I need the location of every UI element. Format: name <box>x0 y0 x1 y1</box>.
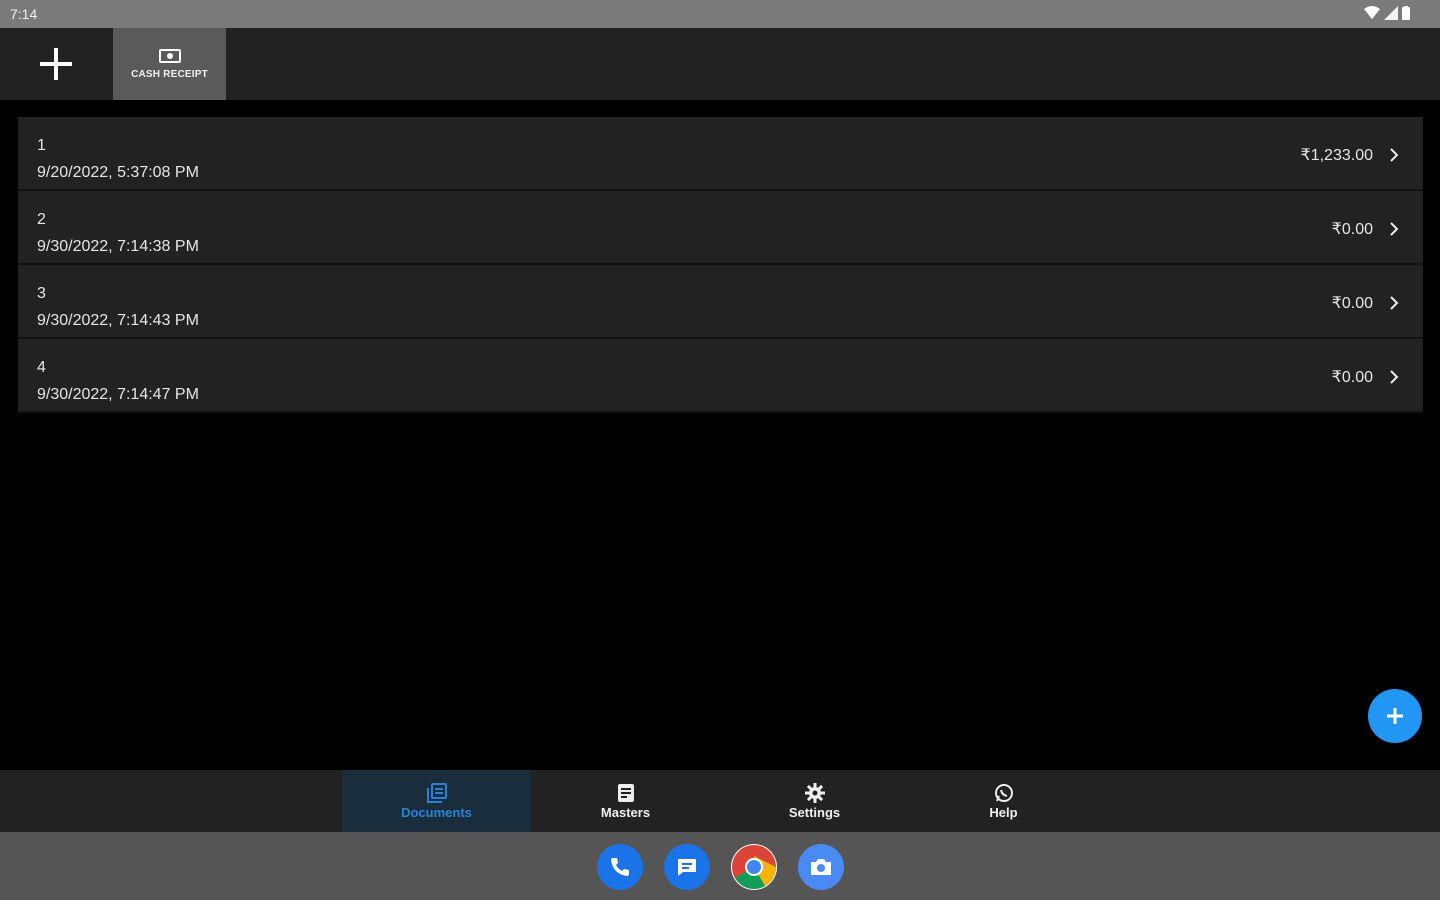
nav-masters-label: Masters <box>600 804 651 820</box>
nav-help[interactable]: Help <box>909 770 1098 832</box>
messages-icon <box>678 859 696 876</box>
document-amount: ₹0.00 <box>1331 221 1373 238</box>
masters-icon <box>617 783 634 802</box>
battery-icon <box>1402 6 1410 20</box>
chrome-icon <box>732 845 776 889</box>
chevron-right-icon <box>1390 222 1399 236</box>
plus-icon <box>40 48 72 80</box>
document-number: 4 <box>37 359 46 376</box>
add-fab-button[interactable] <box>1368 689 1422 743</box>
document-amount: ₹0.00 <box>1331 295 1373 312</box>
chevron-right-icon <box>1390 370 1399 384</box>
camera-icon <box>811 859 831 875</box>
phone-app-button[interactable] <box>597 844 643 890</box>
bottom-navigation: Documents Masters Settings Help <box>0 770 1440 832</box>
document-datetime: 9/30/2022, 7:14:38 PM <box>37 238 199 255</box>
system-icons <box>1364 6 1410 20</box>
top-toolbar: CASH RECEIPT <box>0 28 1440 100</box>
whatsapp-icon <box>994 783 1013 802</box>
nav-masters[interactable]: Masters <box>531 770 720 832</box>
list-item[interactable]: 1 9/20/2022, 5:37:08 PM ₹1,233.00 <box>18 117 1423 191</box>
chrome-app-button[interactable] <box>731 844 777 890</box>
gear-icon <box>804 782 825 803</box>
documents-list: 1 9/20/2022, 5:37:08 PM ₹1,233.00 2 9/30… <box>18 117 1423 413</box>
document-datetime: 9/30/2022, 7:14:47 PM <box>37 386 199 403</box>
tab-cash-receipt[interactable]: CASH RECEIPT <box>113 28 226 100</box>
list-item[interactable]: 2 9/30/2022, 7:14:38 PM ₹0.00 <box>18 191 1423 265</box>
nav-settings-label: Settings <box>788 804 841 820</box>
phone-icon <box>611 858 629 876</box>
document-number: 1 <box>37 137 46 154</box>
list-item[interactable]: 3 9/30/2022, 7:14:43 PM ₹0.00 <box>18 265 1423 339</box>
signal-icon <box>1384 6 1398 20</box>
add-document-button[interactable] <box>0 28 112 100</box>
tab-cash-receipt-label: CASH RECEIPT <box>131 68 208 80</box>
documents-icon <box>426 782 447 803</box>
document-datetime: 9/30/2022, 7:14:43 PM <box>37 312 199 329</box>
document-amount: ₹1,233.00 <box>1300 147 1373 164</box>
status-time: 7:14 <box>10 6 38 22</box>
document-number: 3 <box>37 285 46 302</box>
plus-icon <box>1387 708 1403 724</box>
chevron-right-icon <box>1390 296 1399 310</box>
document-amount: ₹0.00 <box>1331 369 1373 386</box>
cash-icon <box>158 48 181 63</box>
document-number: 2 <box>37 211 46 228</box>
camera-app-button[interactable] <box>798 844 844 890</box>
status-bar: 7:14 <box>0 0 1440 28</box>
messages-app-button[interactable] <box>664 844 710 890</box>
nav-help-label: Help <box>989 804 1018 820</box>
nav-documents[interactable]: Documents <box>342 770 531 832</box>
chevron-right-icon <box>1390 148 1399 162</box>
document-datetime: 9/20/2022, 5:37:08 PM <box>37 164 199 181</box>
nav-settings[interactable]: Settings <box>720 770 909 832</box>
wifi-icon <box>1364 6 1380 19</box>
nav-documents-label: Documents <box>401 804 472 820</box>
list-item[interactable]: 4 9/30/2022, 7:14:47 PM ₹0.00 <box>18 339 1423 413</box>
system-dock <box>0 832 1440 900</box>
